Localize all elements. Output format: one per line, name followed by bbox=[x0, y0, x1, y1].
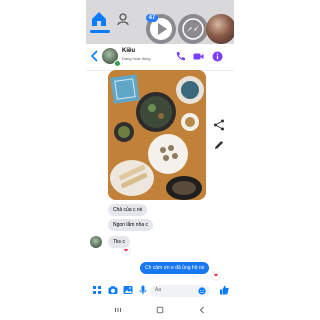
home-button-icon[interactable] bbox=[156, 306, 164, 314]
menu-grid-icon[interactable] bbox=[92, 285, 102, 295]
message-bubble-incoming[interactable]: Chả của c nè bbox=[108, 204, 148, 216]
unread-badge: 47 bbox=[146, 14, 158, 22]
shared-food-photo[interactable] bbox=[108, 70, 206, 200]
contact-status: Đang hoạt động bbox=[122, 56, 151, 61]
phone-screen: 47 Kiều Đang hoạt động Chả của c nè Ngon… bbox=[86, 0, 234, 320]
message-bubble-outgoing[interactable]: Ch cảm ơn e đã ủng hộ nè bbox=[140, 262, 210, 274]
video-icon[interactable] bbox=[193, 51, 204, 62]
people-icon[interactable] bbox=[116, 12, 130, 26]
edit-icon[interactable] bbox=[212, 138, 226, 152]
share-icon[interactable] bbox=[212, 118, 226, 132]
back-arrow-icon[interactable] bbox=[89, 50, 99, 62]
contact-small-avatar bbox=[90, 236, 102, 248]
message-bubble-incoming[interactable]: Ngon lắm nha c bbox=[108, 219, 154, 231]
image-icon[interactable] bbox=[123, 285, 133, 295]
chat-head-avatar[interactable] bbox=[206, 14, 234, 44]
heart-reaction-icon: ❤ bbox=[212, 272, 220, 280]
home-icon[interactable] bbox=[90, 10, 108, 28]
messenger-top-nav: 47 bbox=[86, 0, 234, 44]
online-indicator bbox=[114, 60, 121, 67]
emoji-icon[interactable] bbox=[198, 287, 206, 295]
message-input[interactable]: Aa bbox=[150, 285, 210, 297]
contact-name[interactable]: Kiều bbox=[122, 48, 135, 54]
recent-apps-icon[interactable] bbox=[114, 306, 122, 314]
right-background bbox=[234, 0, 320, 320]
mic-icon[interactable] bbox=[138, 285, 148, 295]
like-icon[interactable] bbox=[219, 285, 229, 295]
info-icon[interactable] bbox=[212, 51, 223, 62]
messenger-icon bbox=[182, 18, 204, 40]
chat-head-messenger[interactable] bbox=[178, 14, 208, 44]
back-icon[interactable] bbox=[198, 306, 206, 314]
phone-icon[interactable] bbox=[175, 51, 186, 62]
left-background bbox=[0, 0, 86, 320]
home-tab-indicator bbox=[90, 30, 110, 33]
chat-header: Kiều Đang hoạt động bbox=[86, 44, 234, 71]
camera-icon[interactable] bbox=[108, 285, 118, 295]
heart-reaction-icon: ❤ bbox=[122, 247, 130, 255]
message-input-placeholder: Aa bbox=[155, 287, 162, 293]
